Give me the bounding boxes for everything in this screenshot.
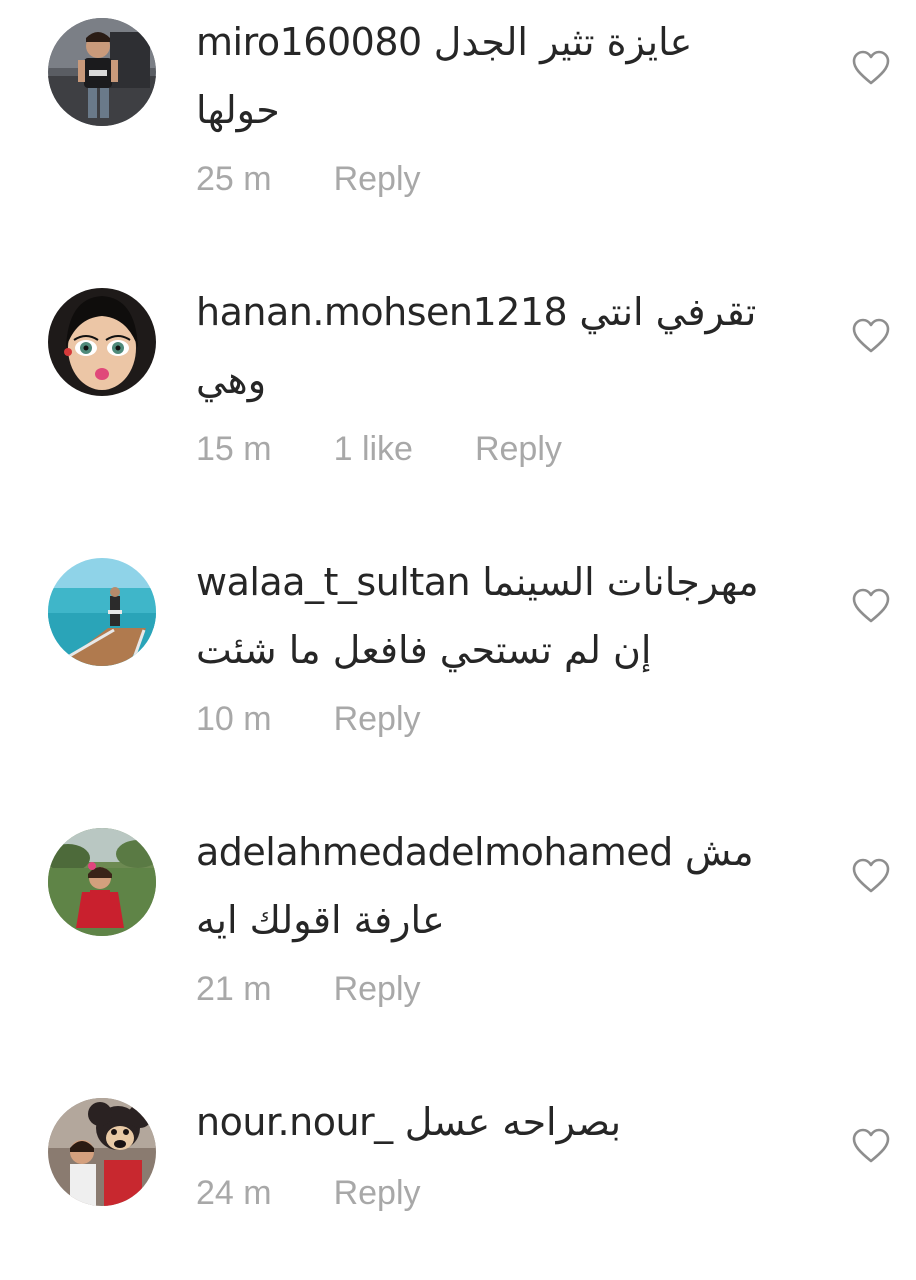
- comment-meta: 21 m Reply: [196, 970, 483, 1009]
- comment-text-continued: حولها: [196, 88, 280, 132]
- comment-text: بصراحه عسل: [404, 1100, 622, 1144]
- comment-text: تقرفي انتي: [579, 290, 757, 334]
- likes-count-button[interactable]: 1 like: [334, 430, 413, 469]
- comment-timestamp: 24 m: [196, 1174, 272, 1212]
- comment-first-line: hanan.mohsen1218 تقرفي انتي: [196, 278, 796, 346]
- avatar-photo: [48, 558, 156, 666]
- comment-timestamp: 10 m: [196, 700, 272, 738]
- avatar-photo: [48, 288, 156, 396]
- comment-text-continued: إن لم تستحي فافعل ما شئت: [196, 628, 652, 672]
- comment-username[interactable]: adelahmedadelmohamed: [196, 830, 673, 874]
- comment-timestamp: 25 m: [196, 160, 272, 198]
- comment-first-line: walaa_t_sultan مهرجانات السينما: [196, 548, 796, 616]
- comment-first-line: miro160080 عايزة تثير الجدل: [196, 8, 796, 76]
- comment-meta: 10 m Reply: [196, 700, 483, 739]
- comment-username[interactable]: nour.nour_: [196, 1100, 393, 1144]
- reply-button[interactable]: Reply: [334, 970, 421, 1009]
- avatar-photo: [48, 18, 156, 126]
- comment-timestamp: 21 m: [196, 970, 272, 1008]
- avatar[interactable]: [48, 1098, 156, 1206]
- comment-meta: 25 m Reply: [196, 160, 483, 199]
- avatar[interactable]: [48, 288, 156, 396]
- avatar-photo: [48, 828, 156, 936]
- reply-button[interactable]: Reply: [334, 1174, 421, 1213]
- comment-timestamp: 15 m: [196, 430, 272, 468]
- comment-username[interactable]: miro160080: [196, 20, 422, 64]
- avatar[interactable]: [48, 18, 156, 126]
- comment-text: عايزة تثير الجدل: [433, 20, 693, 64]
- comment-body: miro160080 عايزة تثير الجدل حولها: [196, 8, 796, 144]
- heart-outline-icon[interactable]: [852, 50, 890, 86]
- heart-outline-icon[interactable]: [852, 1128, 890, 1164]
- comment-body: adelahmedadelmohamed مش عارفة اقولك ايه: [196, 818, 796, 954]
- avatar[interactable]: [48, 828, 156, 936]
- comment-first-line: nour.nour_ بصراحه عسل: [196, 1088, 796, 1156]
- comment-username[interactable]: walaa_t_sultan: [196, 560, 471, 604]
- reply-button[interactable]: Reply: [334, 700, 421, 739]
- comment-text: مش: [684, 830, 754, 874]
- avatar[interactable]: [48, 558, 156, 666]
- heart-outline-icon[interactable]: [852, 588, 890, 624]
- comment-body: hanan.mohsen1218 تقرفي انتي وهي: [196, 278, 796, 414]
- comment-username[interactable]: hanan.mohsen1218: [196, 290, 568, 334]
- reply-button[interactable]: Reply: [475, 430, 562, 469]
- comment-body: walaa_t_sultan مهرجانات السينما إن لم تس…: [196, 548, 796, 684]
- comment-text: مهرجانات السينما: [482, 560, 759, 604]
- heart-outline-icon[interactable]: [852, 858, 890, 894]
- avatar-photo: [48, 1098, 156, 1206]
- comment-body: nour.nour_ بصراحه عسل: [196, 1088, 796, 1156]
- comment-first-line: adelahmedadelmohamed مش: [196, 818, 796, 886]
- comment-text-continued: وهي: [196, 358, 267, 402]
- reply-button[interactable]: Reply: [334, 160, 421, 199]
- comment-text-continued: عارفة اقولك ايه: [196, 898, 445, 942]
- comment-meta: 24 m Reply: [196, 1174, 483, 1213]
- heart-outline-icon[interactable]: [852, 318, 890, 354]
- comment-meta: 15 m 1 like Reply: [196, 430, 624, 469]
